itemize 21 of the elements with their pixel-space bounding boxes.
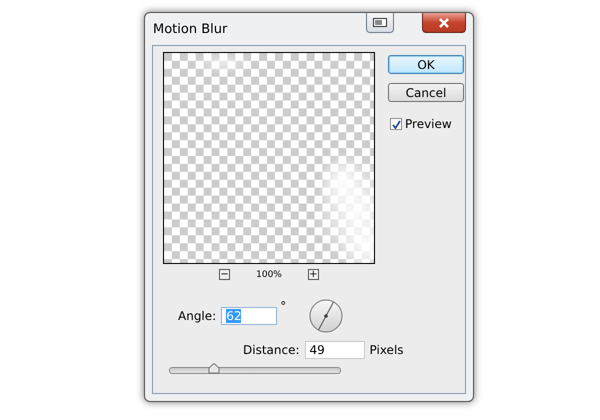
slider-thumb[interactable] (208, 363, 220, 374)
distance-value: 49 (310, 343, 325, 357)
distance-label: Distance: (243, 343, 300, 357)
angle-label: Angle: (178, 309, 216, 323)
cancel-button[interactable]: Cancel (388, 83, 464, 102)
close-button[interactable] (422, 13, 466, 33)
restore-button[interactable] (366, 13, 394, 33)
distance-field[interactable]: 49 (304, 341, 365, 359)
ok-button[interactable]: OK (388, 55, 464, 74)
window-icon (373, 18, 387, 27)
zoom-out-button[interactable]: − (219, 269, 230, 280)
angle-value: 62 (226, 309, 242, 323)
pixels-unit: Pixels (370, 343, 404, 357)
zoom-in-button[interactable]: + (308, 269, 319, 280)
preview-label: Preview (405, 117, 452, 131)
zoom-level: 100% (256, 270, 282, 280)
window-title: Motion Blur (152, 22, 228, 36)
close-icon (438, 18, 450, 28)
preview-checkbox[interactable] (390, 118, 402, 130)
degree-unit: ° (280, 299, 286, 313)
angle-dial[interactable] (309, 299, 344, 333)
